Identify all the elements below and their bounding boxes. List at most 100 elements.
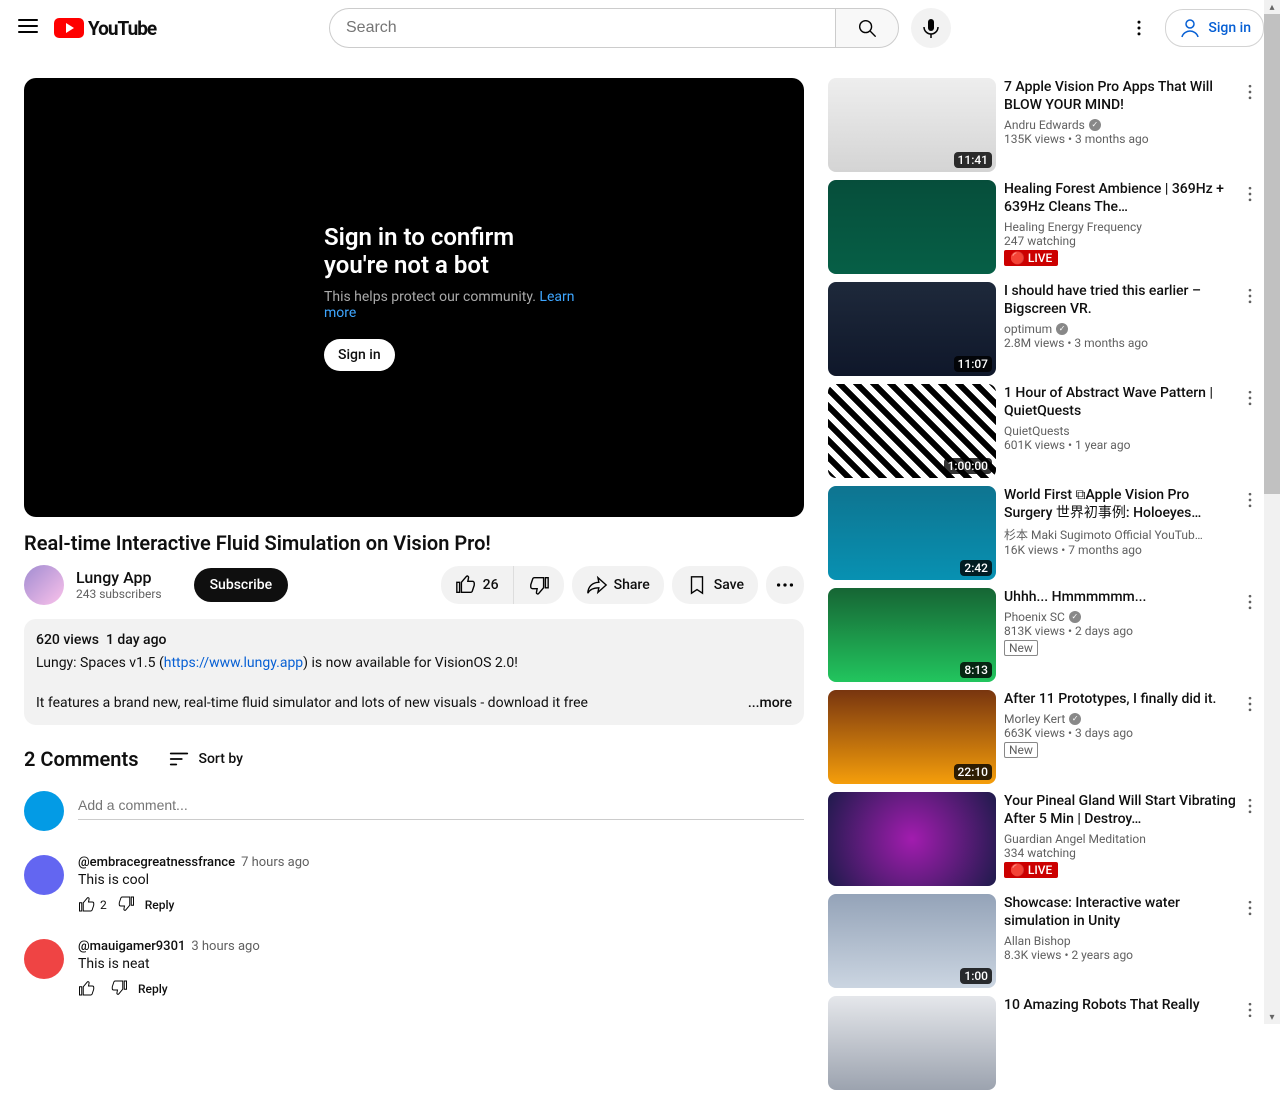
comment-avatar[interactable] xyxy=(24,939,64,979)
comment-body: This is cool xyxy=(78,872,804,888)
show-more-button[interactable]: ...more xyxy=(742,694,792,714)
save-button[interactable]: Save xyxy=(672,566,758,604)
comment-like-count: 2 xyxy=(100,898,107,912)
rec-title[interactable]: Your Pineal Gland Will Start Vibrating A… xyxy=(1004,792,1240,828)
dislike-button[interactable] xyxy=(514,566,564,604)
rec-title[interactable]: 1 Hour of Abstract Wave Pattern | QuietQ… xyxy=(1004,384,1240,420)
verified-icon xyxy=(1069,713,1081,725)
rec-options-button[interactable] xyxy=(1240,898,1260,922)
signin-label: Sign in xyxy=(1208,20,1251,36)
rec-options-button[interactable] xyxy=(1240,796,1260,820)
recommendation-item[interactable]: 8:13 Uhhh... Hmmmmmm... Phoenix SC 813K … xyxy=(828,588,1256,682)
rec-options-button[interactable] xyxy=(1240,286,1260,310)
comment-like-button[interactable]: 2 xyxy=(78,896,107,914)
scroll-up-arrow[interactable]: ▴ xyxy=(1264,0,1280,14)
comment-avatar[interactable] xyxy=(24,855,64,895)
microphone-icon xyxy=(919,16,943,40)
settings-kebab[interactable] xyxy=(1121,10,1157,46)
rec-thumbnail[interactable]: 11:41 xyxy=(828,78,996,172)
rec-thumbnail[interactable] xyxy=(828,996,996,1090)
reply-button[interactable]: Reply xyxy=(145,898,175,912)
rec-options-button[interactable] xyxy=(1240,184,1260,208)
search-input[interactable] xyxy=(329,8,835,48)
rec-title[interactable]: Showcase: Interactive water simulation i… xyxy=(1004,894,1240,930)
rec-title[interactable]: 7 Apple Vision Pro Apps That Will BLOW Y… xyxy=(1004,78,1240,114)
rec-channel[interactable]: Andru Edwards xyxy=(1004,118,1240,132)
recommendation-item[interactable]: Your Pineal Gland Will Start Vibrating A… xyxy=(828,792,1256,886)
scroll-down-arrow[interactable]: ▾ xyxy=(1264,1010,1280,1024)
recommendation-item[interactable]: 11:07 I should have tried this earlier –… xyxy=(828,282,1256,376)
subscribe-button[interactable]: Subscribe xyxy=(194,568,289,602)
rec-channel[interactable]: Phoenix SC xyxy=(1004,610,1240,624)
search-button[interactable] xyxy=(835,8,899,48)
comment-author[interactable]: @embracegreatnessfrance xyxy=(78,855,235,870)
rec-thumbnail[interactable]: 2:42 xyxy=(828,486,996,580)
rec-thumbnail[interactable]: 1:00:00 xyxy=(828,384,996,478)
video-player[interactable]: Sign in to confirm you're not a bot This… xyxy=(24,78,804,517)
thumb-down-icon xyxy=(110,978,128,996)
rec-channel[interactable]: optimum xyxy=(1004,322,1240,336)
comment-like-button[interactable] xyxy=(78,980,100,998)
menu-icon[interactable] xyxy=(16,14,40,42)
add-comment-input[interactable] xyxy=(78,791,804,820)
rec-thumbnail[interactable]: 22:10 xyxy=(828,690,996,784)
rec-thumbnail[interactable]: 1:00 xyxy=(828,894,996,988)
rec-thumbnail[interactable]: 8:13 xyxy=(828,588,996,682)
thumb-up-icon xyxy=(455,574,477,596)
scroll-thumb[interactable] xyxy=(1264,14,1280,494)
more-actions-button[interactable] xyxy=(766,566,804,604)
rec-channel[interactable]: 杉本 Maki Sugimoto Official YouTub… xyxy=(1004,526,1240,543)
rec-options-button[interactable] xyxy=(1240,388,1260,412)
rec-options-button[interactable] xyxy=(1240,82,1260,106)
rec-title[interactable]: 10 Amazing Robots That Really xyxy=(1004,996,1240,1014)
like-button[interactable]: 26 xyxy=(441,566,514,604)
recommendation-item[interactable]: 22:10 After 11 Prototypes, I finally did… xyxy=(828,690,1256,784)
channel-avatar[interactable] xyxy=(24,565,64,605)
rec-channel[interactable]: QuietQuests xyxy=(1004,424,1240,438)
voice-search-button[interactable] xyxy=(911,8,951,48)
recommendation-item[interactable]: 11:41 7 Apple Vision Pro Apps That Will … xyxy=(828,78,1256,172)
rec-options-button[interactable] xyxy=(1240,694,1260,718)
rec-channel[interactable]: Morley Kert xyxy=(1004,712,1240,726)
comment-author[interactable]: @mauigamer9301 xyxy=(78,939,185,954)
rec-title[interactable]: Uhhh... Hmmmmmm... xyxy=(1004,588,1240,606)
my-avatar[interactable] xyxy=(24,791,64,831)
rec-channel[interactable]: Guardian Angel Meditation xyxy=(1004,832,1240,846)
kebab-icon xyxy=(1240,796,1260,816)
rec-options-button[interactable] xyxy=(1240,592,1260,616)
description-box[interactable]: 620 views 1 day ago Lungy: Spaces v1.5 (… xyxy=(24,619,804,725)
rec-meta: 135K views • 3 months ago xyxy=(1004,132,1240,146)
player-signin-button[interactable]: Sign in xyxy=(324,339,395,371)
recommendation-item[interactable]: Healing Forest Ambience | 369Hz + 639Hz … xyxy=(828,180,1256,274)
comment-dislike-button[interactable] xyxy=(117,894,135,915)
recommendation-item[interactable]: 10 Amazing Robots That Really xyxy=(828,996,1256,1090)
recommendation-item[interactable]: 1:00 Showcase: Interactive water simulat… xyxy=(828,894,1256,988)
rec-thumbnail[interactable] xyxy=(828,180,996,274)
duration-badge: 11:41 xyxy=(954,152,992,168)
recommendation-item[interactable]: 2:42 World First ⧉Apple Vision Pro Surge… xyxy=(828,486,1256,580)
channel-block[interactable]: Lungy App 243 subscribers Subscribe xyxy=(24,565,288,605)
rec-title[interactable]: I should have tried this earlier – Bigsc… xyxy=(1004,282,1240,318)
comment-dislike-button[interactable] xyxy=(110,978,128,999)
signin-button[interactable]: Sign in xyxy=(1165,9,1264,47)
sort-button[interactable]: Sort by xyxy=(168,748,243,770)
channel-name[interactable]: Lungy App xyxy=(76,568,162,587)
description-link[interactable]: https://www.lungy.app xyxy=(164,655,303,671)
rec-options-button[interactable] xyxy=(1240,490,1260,514)
youtube-logo[interactable]: YouTube xyxy=(54,17,156,40)
rec-channel[interactable]: Allan Bishop xyxy=(1004,934,1240,948)
share-button[interactable]: Share xyxy=(572,566,664,604)
rec-thumbnail[interactable]: 11:07 xyxy=(828,282,996,376)
description-body: Lungy: Spaces v1.5 (https://www.lungy.ap… xyxy=(36,654,792,713)
rec-title[interactable]: Healing Forest Ambience | 369Hz + 639Hz … xyxy=(1004,180,1240,216)
rec-channel[interactable]: Healing Energy Frequency xyxy=(1004,220,1240,234)
rec-options-button[interactable] xyxy=(1240,1000,1260,1024)
rec-title[interactable]: World First ⧉Apple Vision Pro Surgery 世界… xyxy=(1004,486,1240,522)
rec-title[interactable]: After 11 Prototypes, I finally did it. xyxy=(1004,690,1240,708)
rec-thumbnail[interactable] xyxy=(828,792,996,886)
scrollbar[interactable]: ▴ ▾ xyxy=(1264,0,1280,1024)
reply-button[interactable]: Reply xyxy=(138,982,168,996)
ellipsis-icon xyxy=(774,574,796,596)
recommendation-item[interactable]: 1:00:00 1 Hour of Abstract Wave Pattern … xyxy=(828,384,1256,478)
rec-meta: 16K views • 7 months ago xyxy=(1004,543,1240,557)
